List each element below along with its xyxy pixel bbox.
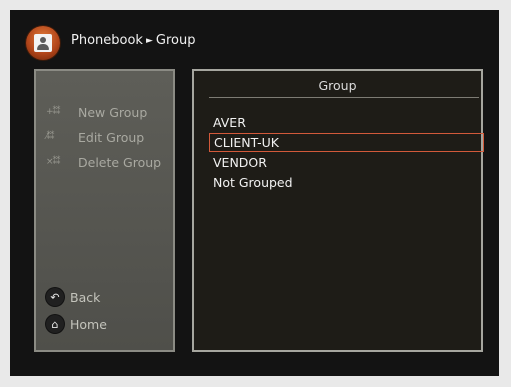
new-group-label: New Group: [78, 104, 148, 120]
delete-group-icon: ×⁑⁑: [46, 157, 61, 167]
back-label: Back: [70, 289, 101, 305]
screen: Phonebook ► Group +⁑⁑ New Group ⁄⁑⁑ Edit G…: [10, 10, 499, 376]
left-menu-panel: +⁑⁑ New Group ⁄⁑⁑ Edit Group ×⁑⁑ Delete …: [34, 69, 175, 352]
home-button[interactable]: ⌂ Home: [46, 314, 107, 334]
group-item-client-uk[interactable]: CLIENT-UK: [209, 133, 484, 152]
header: Phonebook ► Group: [10, 10, 499, 64]
back-icon: ↶: [46, 288, 64, 306]
delete-group-label: Delete Group: [78, 154, 162, 170]
new-group-button[interactable]: +⁑⁑ New Group: [46, 102, 147, 122]
group-list-panel: Group AVER CLIENT-UK VENDOR Not Grouped: [192, 69, 484, 352]
group-item-not-grouped[interactable]: Not Grouped: [209, 173, 484, 192]
group-item-aver[interactable]: AVER: [209, 113, 484, 132]
edit-group-button[interactable]: ⁄⁑⁑ Edit Group: [46, 127, 144, 147]
edit-group-icon: ⁄⁑⁑: [46, 132, 55, 142]
delete-group-button[interactable]: ×⁑⁑ Delete Group: [46, 152, 161, 172]
breadcrumb-arrow-icon: ►: [145, 36, 153, 46]
phonebook-icon: [26, 26, 60, 60]
breadcrumb: Phonebook ► Group: [71, 33, 195, 48]
title-divider: [209, 97, 479, 98]
home-label: Home: [70, 316, 107, 332]
group-item-vendor[interactable]: VENDOR: [209, 153, 484, 172]
back-button[interactable]: ↶ Back: [46, 287, 100, 307]
breadcrumb-section: Phonebook: [71, 33, 143, 48]
panel-title: Group: [318, 78, 357, 93]
home-icon: ⌂: [46, 315, 64, 333]
edit-group-label: Edit Group: [78, 129, 145, 145]
breadcrumb-page: Group: [155, 33, 196, 48]
add-group-icon: +⁑⁑: [46, 107, 61, 117]
